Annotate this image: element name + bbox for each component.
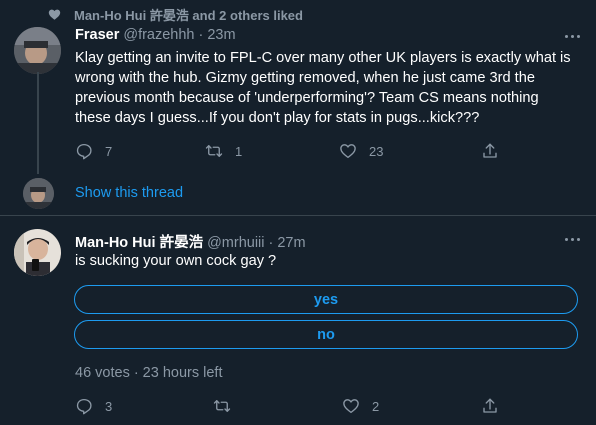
retweet-icon xyxy=(205,145,223,157)
heart-icon xyxy=(48,9,61,20)
author-handle[interactable]: @mrhuiii xyxy=(207,235,264,251)
liked-by-row[interactable]: Man-Ho Hui 許晏浩 and 2 others liked xyxy=(48,5,303,23)
share-icon xyxy=(483,143,497,158)
thread-avatar[interactable] xyxy=(23,178,54,209)
reply-icon xyxy=(76,398,92,415)
reply-button[interactable]: 7 xyxy=(75,141,112,161)
separator-dot: · xyxy=(133,365,139,381)
separator-dot: · xyxy=(268,235,274,251)
poll-time-left: 23 hours left xyxy=(142,365,223,381)
share-button[interactable] xyxy=(481,141,499,161)
avatar[interactable] xyxy=(14,27,61,74)
tweet-header: Fraser @frazehhh · 23m xyxy=(75,27,236,43)
author-name[interactable]: Man-Ho Hui 許晏浩 xyxy=(75,231,203,252)
share-button[interactable] xyxy=(481,396,499,416)
timestamp[interactable]: 23m xyxy=(207,27,235,43)
timestamp[interactable]: 27m xyxy=(277,235,305,251)
liked-by-text: Man-Ho Hui 許晏浩 and 2 others liked xyxy=(74,7,303,23)
reply-count: 3 xyxy=(105,398,113,414)
retweet-button[interactable] xyxy=(213,396,231,416)
reply-count: 7 xyxy=(105,143,113,159)
poll-option-yes[interactable]: yes xyxy=(74,285,578,314)
more-dots-icon[interactable] xyxy=(560,26,584,46)
tweet-text: is sucking your own cock gay ? xyxy=(75,253,277,269)
tweet-text: Klay getting an invite to FPL-C over man… xyxy=(75,50,571,126)
like-icon xyxy=(340,144,356,159)
show-thread-link[interactable]: Show this thread xyxy=(75,185,183,201)
avatar[interactable] xyxy=(14,229,61,276)
retweet-count: 1 xyxy=(235,143,243,159)
poll-votes: 46 votes xyxy=(75,365,130,381)
thread-line xyxy=(37,72,39,174)
more-dots-icon[interactable] xyxy=(560,229,584,249)
retweet-button[interactable]: 1 xyxy=(205,141,242,161)
like-icon xyxy=(343,399,359,414)
like-button[interactable]: 2 xyxy=(342,396,379,416)
author-handle[interactable]: @frazehhh xyxy=(123,27,194,43)
poll-option-no[interactable]: no xyxy=(74,320,578,349)
divider xyxy=(0,215,596,216)
like-count: 23 xyxy=(369,143,384,159)
share-icon xyxy=(483,398,497,413)
reply-button[interactable]: 3 xyxy=(75,396,112,416)
reply-icon xyxy=(76,143,92,160)
author-name[interactable]: Fraser xyxy=(75,27,119,43)
tweet-header: Man-Ho Hui 許晏浩 @mrhuiii · 27m xyxy=(75,231,306,252)
retweet-icon xyxy=(213,400,231,412)
poll-meta: 46 votes · 23 hours left xyxy=(75,365,222,381)
like-button[interactable]: 23 xyxy=(339,141,383,161)
separator-dot: · xyxy=(198,27,204,43)
like-count: 2 xyxy=(372,398,380,414)
